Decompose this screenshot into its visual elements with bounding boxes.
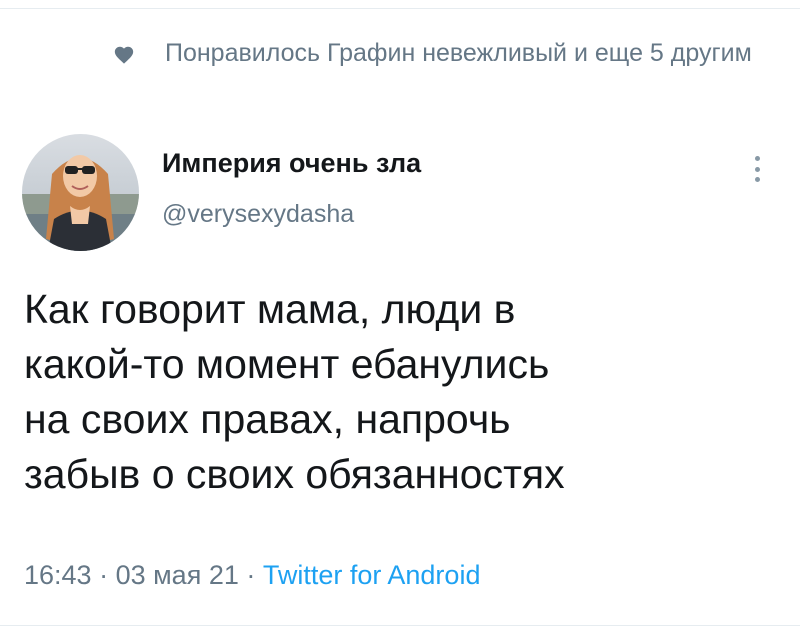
heart-icon bbox=[114, 46, 134, 64]
more-dot-icon bbox=[754, 156, 760, 161]
avatar-image bbox=[22, 134, 139, 251]
social-context-text: Понравилось Графин невежливый и еще 5 др… bbox=[165, 39, 752, 67]
more-dot-icon bbox=[754, 177, 760, 182]
social-context[interactable]: Понравилось Графин невежливый и еще 5 др… bbox=[113, 38, 773, 69]
more-options-button[interactable] bbox=[744, 152, 770, 186]
meta-separator: · bbox=[238, 560, 263, 590]
author-name[interactable]: Империя очень зла bbox=[162, 148, 421, 179]
tweet-meta: 16:43 · 03 мая 21 · Twitter for Android bbox=[24, 560, 480, 591]
tweet-text: Как говорит мама, люди в какой-то момент… bbox=[24, 286, 565, 497]
tweet-source-link[interactable]: Twitter for Android bbox=[263, 560, 481, 590]
tweet-date[interactable]: 03 мая 21 bbox=[116, 560, 239, 590]
meta-separator: · bbox=[91, 560, 116, 590]
top-divider bbox=[0, 8, 800, 9]
author-handle[interactable]: @verysexydasha bbox=[162, 200, 354, 229]
bottom-divider bbox=[0, 625, 800, 626]
avatar[interactable] bbox=[22, 134, 139, 251]
more-dot-icon bbox=[754, 166, 760, 172]
tweet-time[interactable]: 16:43 bbox=[24, 560, 92, 590]
